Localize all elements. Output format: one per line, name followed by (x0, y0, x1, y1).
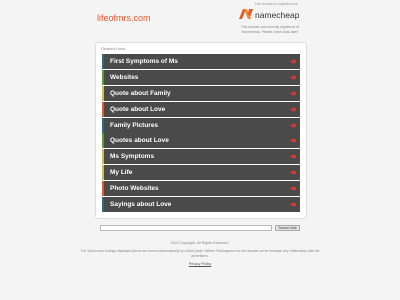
related-links-label: Related Links (101, 46, 126, 51)
search-ads-button[interactable]: Search Ads (275, 225, 300, 231)
arrow-right-icon (290, 138, 297, 144)
arrow-right-icon (290, 90, 297, 97)
copyright-text: 2020 Copyright. All Rights Reserved. (170, 241, 230, 245)
disclaimer-text: The Sponsored Listings displayed above a… (80, 249, 320, 258)
related-link-label: Sayings about Love (110, 201, 172, 209)
registrar-bottom-note: This domain was recently registered at N… (240, 25, 300, 34)
related-link-item[interactable]: Quote about Love (102, 101, 300, 117)
related-link-label: First Symptoms of Ms (110, 58, 178, 65)
arrow-right-icon (290, 169, 297, 176)
related-link-item[interactable]: Quote about Family (102, 85, 300, 101)
related-link-item[interactable]: First Symptoms of Ms (102, 54, 300, 69)
related-link-label: My Life (110, 169, 133, 177)
related-link-item[interactable]: Websites (102, 69, 300, 85)
related-link-label: Photo Websites (110, 185, 159, 193)
registrar-top-note: This domain is registered at (254, 2, 298, 6)
related-link-label: Quotes about Love (110, 137, 169, 145)
arrow-right-icon (290, 185, 297, 192)
link-accent-stripe (102, 69, 104, 85)
related-link-label: Ms Symptoms (110, 153, 155, 161)
link-accent-stripe (102, 197, 104, 213)
related-link-item[interactable]: Photo Websites (102, 181, 300, 197)
related-link-item[interactable]: Sayings about Love (102, 197, 300, 213)
related-link-label: Quote about Love (110, 105, 166, 113)
privacy-policy-link[interactable]: Privacy Policy (100, 262, 300, 266)
search-input[interactable] (100, 225, 272, 231)
link-accent-stripe (102, 54, 104, 69)
link-accent-stripe (102, 165, 104, 181)
arrow-right-icon (290, 122, 297, 128)
related-link-label: Quote about Family (110, 89, 171, 97)
related-link-label: Websites (110, 73, 139, 81)
arrow-right-icon (290, 58, 297, 65)
arrow-right-icon (290, 201, 297, 208)
link-accent-stripe (102, 149, 104, 165)
related-links-list: First Symptoms of Ms Websites Quote about … (102, 54, 300, 213)
related-link-item[interactable]: My Life (102, 165, 300, 181)
related-link-item[interactable]: Ms Symptoms (102, 149, 300, 165)
related-links-panel: Related Links First Symptoms of Ms Websit… (95, 42, 307, 219)
arrow-right-icon (290, 74, 297, 81)
namecheap-logo[interactable]: namecheap (238, 7, 304, 23)
link-accent-stripe (102, 117, 104, 133)
site-domain-title: lifeofmrs.com (97, 13, 151, 23)
related-link-item[interactable]: Quotes about Love (102, 133, 300, 149)
link-accent-stripe (102, 101, 104, 117)
namecheap-wordmark: namecheap (255, 10, 300, 20)
arrow-right-icon (290, 106, 297, 112)
arrow-right-icon (290, 154, 297, 160)
namecheap-n-icon (239, 9, 253, 19)
related-link-item[interactable]: Family Pictures (102, 117, 300, 133)
link-accent-stripe (102, 133, 104, 149)
link-accent-stripe (102, 85, 104, 101)
search-bar: Search Ads (100, 225, 300, 232)
related-link-label: Family Pictures (110, 121, 159, 129)
link-accent-stripe (102, 181, 104, 197)
